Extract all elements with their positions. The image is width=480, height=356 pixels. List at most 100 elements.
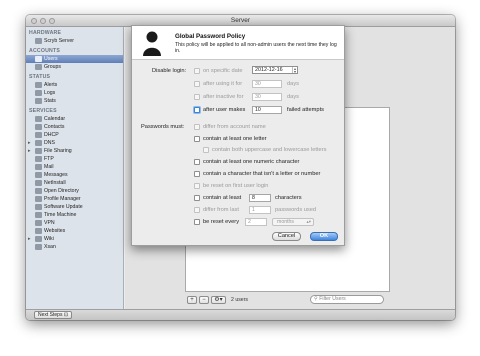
sidebar-item-websites[interactable]: Websites xyxy=(26,227,123,235)
sidebar-item-time-machine[interactable]: Time Machine xyxy=(26,211,123,219)
reset-every-field[interactable]: 2 xyxy=(245,218,267,226)
months-popup-value: months xyxy=(277,219,295,225)
vpn-icon xyxy=(35,220,42,226)
sidebar-item-label: File Sharing xyxy=(44,148,72,154)
window-title: Server xyxy=(230,17,251,24)
sidebar-item-label: Open Directory xyxy=(44,188,79,194)
reset-first-login-label: be reset on first user login xyxy=(203,183,269,189)
sidebar-item-dhcp[interactable]: DHCP xyxy=(26,131,123,139)
file-sharing-icon xyxy=(35,148,42,154)
action-menu-button[interactable]: ⚙▾ xyxy=(211,296,226,304)
characters-label: characters xyxy=(275,195,302,201)
contain-numeric-checkbox[interactable] xyxy=(194,159,200,165)
disclosure-triangle-icon[interactable]: ▸ xyxy=(28,139,31,147)
sidebar-item-users[interactable]: Users xyxy=(26,55,123,63)
sidebar-item-messages[interactable]: Messages xyxy=(26,171,123,179)
filter-placeholder: Filter Users xyxy=(319,296,346,302)
calendar-icon xyxy=(35,116,42,122)
date-stepper-icon[interactable]: ▴ ▾ xyxy=(292,67,297,74)
next-steps-button[interactable]: Next Steps ⊡ xyxy=(34,311,73,319)
inactive-days-unit: days xyxy=(287,94,300,100)
inactive-days-field[interactable]: 30 xyxy=(252,93,282,101)
time-machine-icon xyxy=(35,212,42,218)
differ-from-last-checkbox[interactable] xyxy=(194,207,200,213)
sidebar-heading-hardware: HARDWARE xyxy=(29,30,62,36)
alert-icon xyxy=(35,82,42,88)
upper-lower-checkbox[interactable] xyxy=(203,147,209,153)
specific-date-field[interactable]: 2012-12-16 ▴ ▾ xyxy=(252,66,298,74)
contain-at-least-checkbox[interactable] xyxy=(194,195,200,201)
sidebar-item-stats[interactable]: Stats xyxy=(26,97,123,105)
contain-numeric-label: contain at least one numeric character xyxy=(203,159,300,165)
sidebar-item-ftp[interactable]: FTP xyxy=(26,155,123,163)
sidebar-item-calendar[interactable]: Calendar xyxy=(26,115,123,123)
remove-user-button[interactable]: − xyxy=(199,296,209,304)
after-user-makes-checkbox[interactable] xyxy=(194,107,200,113)
websites-icon xyxy=(35,228,42,234)
sidebar-item-label: DNS xyxy=(44,140,55,146)
filter-users-field[interactable]: ⚲ Filter Users xyxy=(310,295,384,304)
disclosure-triangle-icon[interactable]: ▸ xyxy=(28,147,31,155)
sidebar-item-profile-manager[interactable]: Profile Manager xyxy=(26,195,123,203)
wiki-icon xyxy=(35,236,42,242)
sidebar-item-label: VPN xyxy=(44,220,55,226)
expand-icon: ⊡ xyxy=(63,312,69,318)
sidebar-item-label: Users xyxy=(44,56,58,62)
months-popup[interactable]: months ▴▾ xyxy=(272,218,314,226)
on-specific-date-label: on specific date xyxy=(203,68,243,74)
sidebar-item-file-sharing[interactable]: ▸ File Sharing xyxy=(26,147,123,155)
sidebar-item-label: Calendar xyxy=(44,116,66,122)
passwords-used-field[interactable]: 1 xyxy=(249,206,271,214)
disclosure-triangle-icon[interactable]: ▸ xyxy=(28,235,31,243)
reset-every-checkbox[interactable] xyxy=(194,219,200,225)
ftp-icon xyxy=(35,156,42,162)
sidebar-item-contacts[interactable]: Contacts xyxy=(26,123,123,131)
sidebar-item-label: Stats xyxy=(44,98,56,104)
sidebar-item-label: Xsan xyxy=(44,244,56,250)
sidebar-item-vpn[interactable]: VPN xyxy=(26,219,123,227)
sidebar-item-software-update[interactable]: Software Update xyxy=(26,203,123,211)
bottom-bar: Next Steps ⊡ xyxy=(26,309,455,320)
cancel-button[interactable]: Cancel xyxy=(272,232,301,241)
on-specific-date-checkbox[interactable] xyxy=(194,68,200,74)
xsan-icon xyxy=(35,244,42,250)
add-user-button[interactable]: + xyxy=(187,296,197,304)
reset-first-login-checkbox[interactable] xyxy=(194,183,200,189)
popup-arrows-icon: ▴▾ xyxy=(306,219,311,224)
contain-non-letter-label: contain a character that isn't a letter … xyxy=(203,171,321,177)
contain-letter-label: contain at least one letter xyxy=(203,136,267,142)
sidebar-item-dns[interactable]: ▸ DNS xyxy=(26,139,123,147)
failed-attempts-field[interactable]: 10 xyxy=(252,106,282,114)
search-icon: ⚲ xyxy=(314,296,318,302)
sidebar-heading-status: STATUS xyxy=(29,74,51,80)
sidebar-item-alerts[interactable]: Alerts xyxy=(26,81,123,89)
after-using-checkbox[interactable] xyxy=(194,81,200,87)
sidebar-item-wiki[interactable]: ▸ Wiki xyxy=(26,235,123,243)
contain-letter-checkbox[interactable] xyxy=(194,136,200,142)
sidebar-item-label: Messages xyxy=(44,172,68,178)
users-icon xyxy=(35,56,42,62)
ok-button[interactable]: OK xyxy=(310,232,338,241)
sidebar-item-groups[interactable]: Groups xyxy=(26,63,123,71)
server-icon xyxy=(35,38,42,44)
profile-manager-icon xyxy=(35,196,42,202)
sidebar-item-label: Alerts xyxy=(44,82,58,88)
differ-from-last-label: differ from last xyxy=(203,207,239,213)
reset-every-label: be reset every xyxy=(203,219,240,225)
user-count: 2 users xyxy=(231,297,249,303)
sidebar-item-label: Software Update xyxy=(44,204,83,210)
contain-non-letter-checkbox[interactable] xyxy=(194,171,200,177)
sidebar-item-label: Groups xyxy=(44,64,62,70)
sidebar-item-mail[interactable]: Mail xyxy=(26,163,123,171)
sidebar-item-label: DHCP xyxy=(44,132,59,138)
sidebar-item-logs[interactable]: Logs xyxy=(26,89,123,97)
after-inactive-checkbox[interactable] xyxy=(194,94,200,100)
sidebar-item-xsan[interactable]: Xsan xyxy=(26,243,123,251)
differ-account-name-checkbox[interactable] xyxy=(194,124,200,130)
using-days-field[interactable]: 30 xyxy=(252,80,282,88)
min-characters-field[interactable]: 8 xyxy=(249,194,271,202)
sidebar-item-netinstall[interactable]: NetInstall xyxy=(26,179,123,187)
sidebar-item-open-directory[interactable]: Open Directory xyxy=(26,187,123,195)
sidebar-item-scryb-server[interactable]: Scryb Server xyxy=(26,37,123,45)
sheet-header: Global Password Policy This policy will … xyxy=(132,26,344,60)
